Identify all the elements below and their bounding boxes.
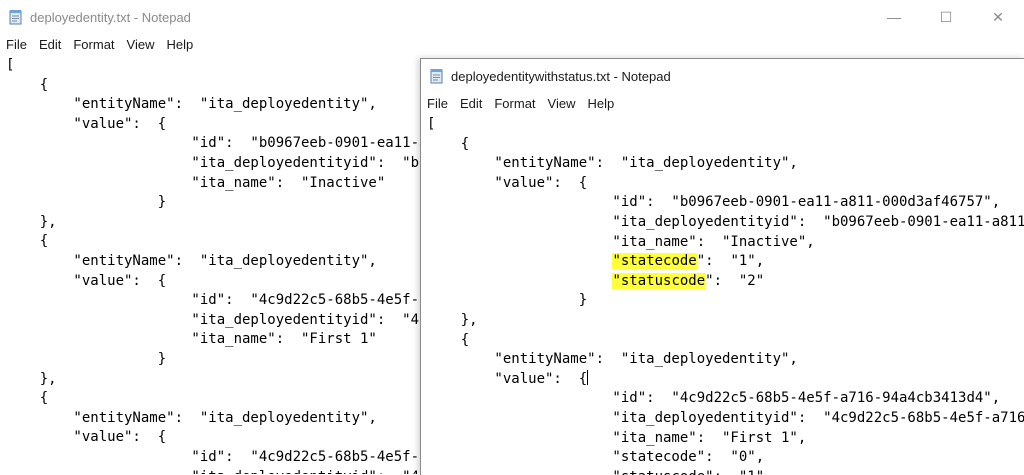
text-line: "entityName": "ita_deployedentity",: [6, 96, 377, 113]
text-line: {: [6, 76, 49, 93]
maximize-button[interactable]: ☐: [920, 0, 972, 34]
maximize-icon: ☐: [939, 8, 953, 25]
text-line: },: [6, 213, 57, 230]
text-segment: "ita_name": "First 1",: [427, 429, 807, 446]
text-line: "entityName": "ita_deployedentity",: [427, 154, 798, 174]
menu-bar: File Edit Format View Help: [0, 34, 1024, 54]
menu-help[interactable]: Help: [160, 37, 199, 52]
menu-format[interactable]: Format: [488, 96, 541, 111]
text-line: {: [6, 233, 49, 250]
text-line: "statecode": "0",: [427, 448, 764, 468]
menu-file[interactable]: File: [421, 96, 454, 111]
menu-view[interactable]: View: [121, 37, 161, 52]
text-line: },: [6, 370, 57, 387]
text-segment: "entityName": "ita_deployedentity",: [427, 155, 798, 172]
text-line: [: [427, 115, 435, 135]
text-segment: ": "1",: [696, 253, 765, 270]
text-line: "value": {: [427, 174, 587, 194]
text-segment: }: [427, 292, 588, 309]
close-button[interactable]: ✕: [972, 0, 1024, 34]
text-line: "value": {: [6, 272, 167, 289]
minimize-icon: —: [887, 9, 901, 25]
menu-file[interactable]: File: [0, 37, 33, 52]
text-segment: "statuscode": "1": [427, 469, 764, 475]
text-line: "value": {: [6, 429, 167, 446]
text-line: },: [427, 311, 478, 331]
text-segment: [: [427, 116, 436, 132]
title-bar[interactable]: deployedentitywithstatus.txt - Notepad: [421, 59, 1024, 93]
notepad-icon: [430, 69, 443, 84]
text-segment: },: [427, 312, 478, 328]
text-line: "id": "b0967eeb-0901-ea11-a811-000d3af46…: [427, 193, 1000, 213]
text-editor[interactable]: [ { "entityName": "ita_deployedentity", …: [421, 115, 1024, 475]
text-segment: [427, 273, 612, 289]
text-line: }: [427, 291, 587, 311]
text-caret: [587, 369, 589, 385]
window-title: deployedentitywithstatus.txt - Notepad: [451, 68, 671, 84]
text-line: "statuscode": "2": [427, 272, 764, 292]
text-line: {: [427, 331, 469, 351]
highlighted-text: "statecode: [612, 253, 697, 270]
text-line: "entityName": "ita_deployedentity",: [6, 253, 377, 269]
notepad-window-deployedentitywithstatus[interactable]: deployedentitywithstatus.txt - Notepad F…: [420, 58, 1024, 475]
menu-view[interactable]: View: [542, 96, 582, 111]
text-segment: "value": {: [427, 370, 588, 387]
text-line: "ita_name": "First 1": [6, 331, 377, 348]
text-line: {: [6, 390, 49, 407]
menu-edit[interactable]: Edit: [454, 96, 488, 111]
text-line: "ita_deployedentityid": "4c9d22c5-68b5-4…: [427, 409, 1024, 429]
text-segment: {: [427, 135, 470, 152]
text-line: "entityName": "ita_deployedentity",: [6, 409, 377, 426]
text-line: "ita_deployedentityid": "b0967eeb-0901-e…: [427, 213, 1024, 233]
text-line: "value": {: [6, 115, 167, 132]
notepad-icon: [9, 10, 22, 25]
text-line: }: [6, 194, 167, 211]
minimize-button[interactable]: —: [868, 0, 920, 34]
text-line: "id": "4c9d22c5-68b5-4e5f-a716-94a4cb341…: [427, 389, 1000, 409]
text-line: "ita_name": "Inactive",: [427, 233, 815, 253]
menu-help[interactable]: Help: [581, 96, 620, 111]
text-segment: "value": {: [427, 174, 588, 191]
text-line: {: [427, 135, 469, 155]
text-segment: "ita_name": "Inactive",: [427, 233, 815, 250]
menu-bar: File Edit Format View Help: [421, 93, 1024, 113]
window-title: deployedentity.txt - Notepad: [30, 9, 191, 25]
text-line: "ita_name": "First 1",: [427, 429, 806, 449]
highlighted-text: "statuscode: [612, 272, 706, 289]
text-segment: "entityName": "ita_deployedentity",: [427, 351, 798, 368]
text-line: "entityName": "ita_deployedentity",: [427, 350, 798, 370]
text-segment: "id": "b0967eeb-0901-ea11-a811-000d3af46…: [427, 194, 1001, 211]
caption-buttons: — ☐ ✕: [868, 0, 1024, 34]
text-segment: "ita_deployedentityid": "b0967eeb-0901-e…: [612, 214, 1024, 230]
text-line: "value": {: [427, 369, 589, 390]
text-segment: [427, 253, 612, 269]
menu-edit[interactable]: Edit: [33, 37, 67, 52]
text-line: [: [6, 57, 15, 73]
text-segment: {: [427, 331, 470, 348]
text-line: "statecode": "1",: [427, 252, 764, 272]
menu-format[interactable]: Format: [67, 37, 120, 52]
text-segment: "ita_deployedentityid": "4c9d22c5-68b5-4…: [612, 410, 1024, 426]
text-line: "ita_name": "Inactive": [6, 174, 386, 191]
text-segment: "id": "4c9d22c5-68b5-4e5f-a716-94a4cb341…: [427, 390, 1001, 407]
close-icon: ✕: [992, 8, 1004, 25]
text-segment: "statecode": "0",: [427, 449, 765, 466]
text-line: }: [6, 351, 167, 367]
text-segment: ": "2": [705, 272, 765, 289]
